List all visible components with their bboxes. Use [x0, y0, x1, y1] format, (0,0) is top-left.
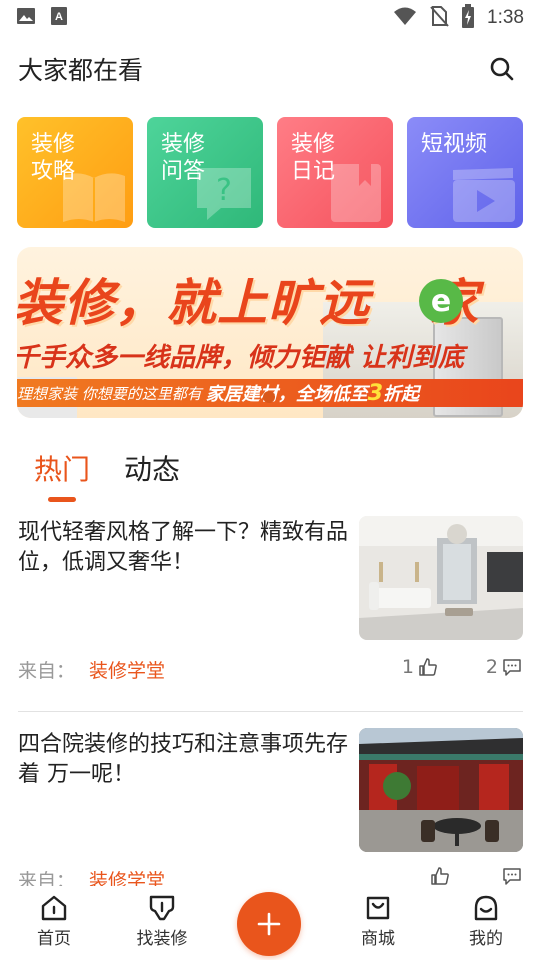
- banner-headline: 装修，就上旷远家: [17, 263, 479, 335]
- feed-item-thumbnail: [359, 728, 523, 852]
- bottom-nav: 首页 找装修 商城 我的: [0, 886, 540, 960]
- text-a-icon: A: [50, 6, 68, 30]
- feed-item-title: 四合院装修的技巧和注意事项先存着 万一呢！: [18, 732, 349, 787]
- tab-activity[interactable]: 动态: [124, 448, 180, 502]
- wifi-icon: [393, 6, 417, 30]
- banner-subheadline: 千手众多一线品牌，倾力钜献 让利到底: [17, 343, 465, 373]
- tile-label: 短视频: [421, 132, 488, 157]
- tile-decoration-diary[interactable]: 装修 日记: [277, 117, 393, 228]
- tile-short-video[interactable]: 短视频: [407, 117, 523, 228]
- feed-item-title: 现代轻奢风格了解一下？精致有品位，低调又奢华！: [18, 520, 349, 575]
- nav-label: 商城: [361, 929, 395, 949]
- create-post-button[interactable]: [237, 892, 301, 956]
- source-prefix: 来自：: [18, 660, 76, 682]
- nav-label: 首页: [37, 929, 71, 949]
- category-tiles: 装修 攻略 装修 问答 ? 装修 日记 短视频: [17, 117, 523, 229]
- banner-offer-number: 3: [367, 381, 384, 406]
- video-clapper-icon: [453, 168, 515, 222]
- tile-decoration-qa[interactable]: 装修 问答 ?: [147, 117, 263, 228]
- battery-charging-icon: [461, 4, 475, 32]
- source-name[interactable]: 装修学堂: [89, 870, 165, 886]
- thumbs-up-icon: [419, 658, 437, 676]
- feed-divider: [18, 711, 523, 712]
- thumbs-up-icon: [431, 867, 449, 885]
- search-icon: [490, 57, 514, 81]
- like-count: 1: [401, 656, 414, 678]
- nav-label: 找装修: [136, 929, 188, 949]
- tab-hot[interactable]: 热门: [34, 448, 90, 502]
- feed-item[interactable]: 四合院装修的技巧和注意事项先存着 万一呢！ 来自： 装修学堂: [0, 728, 540, 886]
- tile-label: 装修 日记: [291, 132, 336, 184]
- tab-label: 热门: [34, 453, 91, 486]
- banner-page-indicator: [263, 391, 275, 403]
- nav-mall[interactable]: 商城: [338, 894, 418, 949]
- search-button[interactable]: [486, 53, 518, 85]
- feed-item-source: 来自： 装修学堂: [18, 866, 165, 886]
- status-bar: A 1:38: [0, 0, 540, 36]
- feed-item-stats: [426, 866, 522, 886]
- nav-home[interactable]: 首页: [14, 894, 94, 949]
- page-title: 大家都在看: [18, 56, 144, 85]
- tile-label: 装修 攻略: [31, 132, 76, 184]
- tile-decoration-guide[interactable]: 装修 攻略: [17, 117, 133, 228]
- brand-e-logo: e: [419, 279, 463, 323]
- feed-item-source: 来自： 装修学堂: [18, 656, 165, 683]
- tab-label: 动态: [124, 453, 181, 486]
- shopping-bag-icon: [366, 896, 390, 920]
- nav-label: 我的: [469, 929, 503, 949]
- source-name[interactable]: 装修学堂: [89, 660, 165, 682]
- feed-item-stats: 1 2: [402, 656, 522, 678]
- plus-icon: [257, 912, 281, 936]
- no-sim-icon: [429, 5, 449, 31]
- feed-tabs: 热门 动态: [34, 448, 180, 502]
- banner-strip-offer: 家居建材，全场低至3折起: [206, 380, 419, 406]
- status-left: A: [16, 6, 68, 30]
- status-time: 1:38: [487, 7, 524, 28]
- nav-profile[interactable]: 我的: [446, 894, 526, 949]
- banner-strip-text: 理想家装 你想要的这里都有: [17, 384, 202, 403]
- comment-button[interactable]: [498, 866, 522, 886]
- status-right: 1:38: [393, 4, 524, 32]
- like-button[interactable]: 1: [402, 656, 438, 678]
- source-prefix: 来自：: [18, 870, 76, 886]
- flag-icon: [149, 895, 175, 921]
- home-icon: [41, 895, 67, 921]
- comment-icon: [503, 868, 521, 885]
- like-button[interactable]: [426, 866, 450, 886]
- feed-item-thumbnail: [359, 516, 523, 640]
- banner-offer-suffix: 折起: [383, 384, 420, 405]
- svg-text:A: A: [55, 11, 63, 23]
- banner-headline-text: 装修，就上旷远: [17, 274, 370, 332]
- image-icon: [16, 6, 36, 30]
- header: 大家都在看: [0, 44, 540, 94]
- feed-item[interactable]: 现代轻奢风格了解一下？精致有品位，低调又奢华！ 来自： 装修学堂 1 2: [0, 516, 540, 706]
- comment-button[interactable]: 2: [486, 656, 522, 678]
- comment-icon: [503, 659, 521, 676]
- tab-active-indicator: [48, 497, 76, 502]
- promo-banner[interactable]: 装修，就上旷远家 e 千手众多一线品牌，倾力钜献 让利到底 理想家装 你想要的这…: [17, 247, 523, 418]
- nav-find-decoration[interactable]: 找装修: [122, 894, 202, 949]
- comment-count: 2: [485, 656, 498, 678]
- banner-offer-text: 家居建材，全场低至: [205, 384, 368, 405]
- tile-label: 装修 问答: [161, 132, 206, 184]
- profile-icon: [474, 895, 498, 921]
